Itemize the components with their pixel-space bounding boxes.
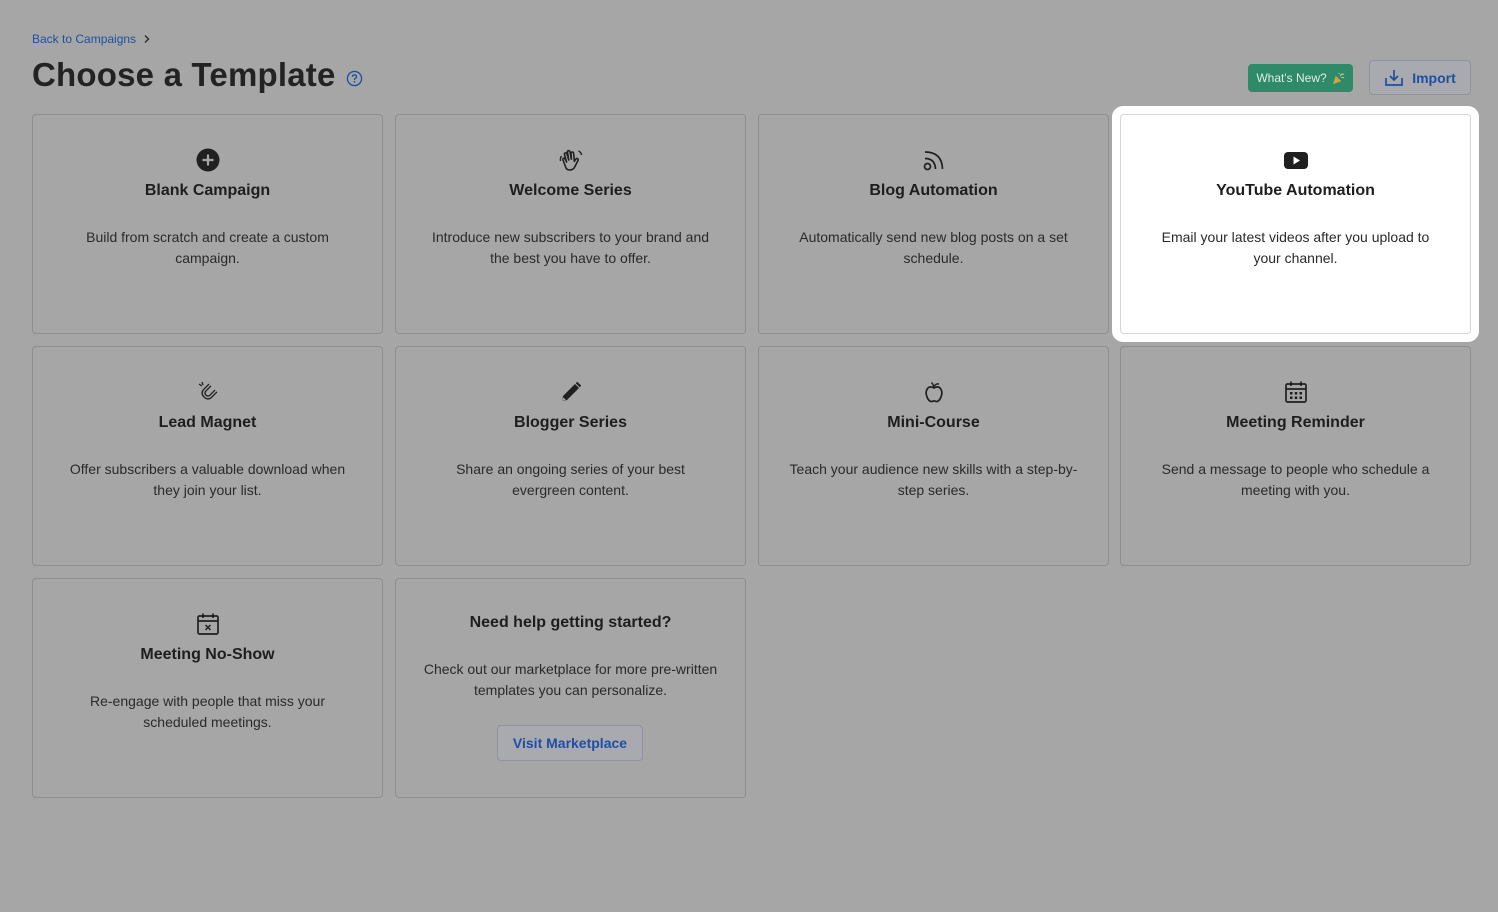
template-card-lead-magnet[interactable]: Lead Magnet Offer subscribers a valuable… — [32, 346, 383, 566]
card-title: Blogger Series — [514, 414, 627, 431]
help-card-title: Need help getting started? — [469, 614, 672, 631]
card-description: Build from scratch and create a custom c… — [86, 229, 329, 266]
import-icon — [1385, 69, 1404, 86]
card-title: Meeting Reminder — [1226, 414, 1365, 431]
page-title: Choose a Template — [32, 56, 336, 93]
card-description: Email your latest videos after you uploa… — [1161, 229, 1430, 266]
plus-circle-icon — [195, 147, 221, 173]
rss-icon — [921, 147, 947, 173]
card-title: Blank Campaign — [144, 182, 271, 199]
youtube-icon — [1283, 147, 1309, 173]
template-card-youtube-automation[interactable]: YouTube Automation Email your latest vid… — [1120, 114, 1471, 334]
calendar-icon — [1283, 379, 1309, 405]
template-chooser-page: Back to Campaigns Choose a Template What… — [0, 0, 1498, 912]
card-title: YouTube Automation — [1216, 182, 1375, 199]
card-title: Meeting No-Show — [140, 646, 275, 663]
help-icon[interactable] — [346, 70, 363, 87]
template-card-blank-campaign[interactable]: Blank Campaign Build from scratch and cr… — [32, 114, 383, 334]
template-card-meeting-no-show[interactable]: Meeting No-Show Re-engage with people th… — [32, 578, 383, 798]
waving-hand-icon — [558, 147, 584, 173]
template-card-mini-course[interactable]: Mini-Course Teach your audience new skil… — [758, 346, 1109, 566]
template-card-blog-automation[interactable]: Blog Automation Automatically send new b… — [758, 114, 1109, 334]
import-label: Import — [1412, 69, 1456, 86]
card-title: Welcome Series — [509, 182, 632, 199]
template-card-meeting-reminder[interactable]: Meeting Reminder Send a message to peopl… — [1120, 346, 1471, 566]
magnet-icon — [195, 379, 221, 405]
card-description: Offer subscribers a valuable download wh… — [69, 461, 346, 498]
card-description: Share an ongoing series of your best eve… — [456, 461, 685, 498]
card-description: Introduce new subscribers to your brand … — [431, 229, 710, 266]
whats-new-button[interactable]: What's New? — [1248, 64, 1353, 92]
calendar-x-icon — [195, 611, 221, 637]
party-popper-icon — [1332, 72, 1344, 84]
pencil-icon — [558, 379, 584, 405]
card-title: Blog Automation — [869, 182, 998, 199]
whats-new-label: What's New? — [1256, 71, 1327, 85]
card-description: Teach your audience new skills with a st… — [789, 461, 1078, 498]
marketplace-help-card: Need help getting started? Check out our… — [395, 578, 746, 798]
card-title: Mini-Course — [887, 414, 980, 431]
breadcrumb: Back to Campaigns — [32, 32, 152, 46]
back-to-campaigns-link[interactable]: Back to Campaigns — [32, 32, 136, 46]
card-description: Send a message to people who schedule a … — [1161, 461, 1430, 498]
card-description: Automatically send new blog posts on a s… — [799, 229, 1068, 266]
template-card-blogger-series[interactable]: Blogger Series Share an ongoing series o… — [395, 346, 746, 566]
help-card-description: Check out our marketplace for more pre-w… — [423, 661, 718, 698]
title-row: Choose a Template — [32, 56, 363, 94]
card-description: Re-engage with people that miss your sch… — [89, 693, 326, 730]
chevron-right-icon — [144, 34, 150, 44]
apple-icon — [921, 379, 947, 405]
visit-marketplace-button[interactable]: Visit Marketplace — [497, 725, 643, 761]
template-card-welcome-series[interactable]: Welcome Series Introduce new subscribers… — [395, 114, 746, 334]
import-button[interactable]: Import — [1369, 60, 1471, 95]
card-title: Lead Magnet — [158, 414, 257, 431]
